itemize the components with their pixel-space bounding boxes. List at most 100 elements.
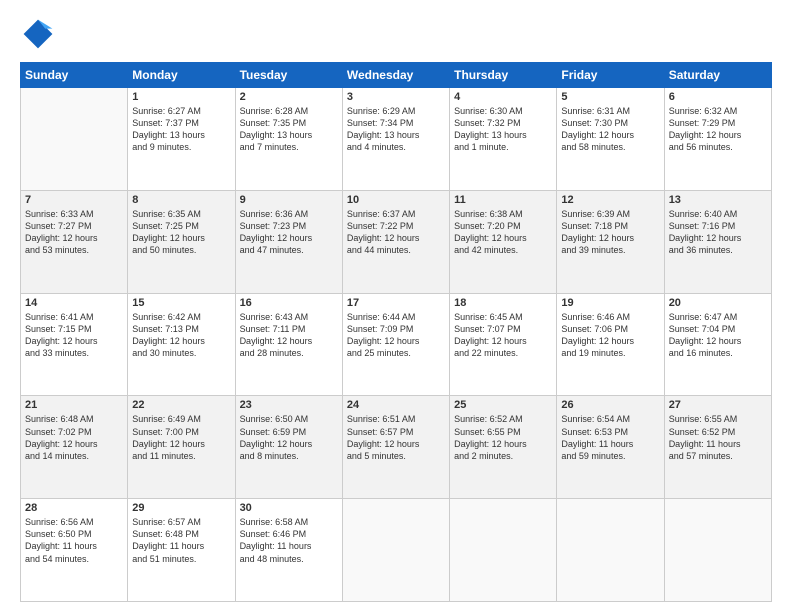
day-number: 26 bbox=[561, 399, 659, 411]
calendar-table: SundayMondayTuesdayWednesdayThursdayFrid… bbox=[20, 62, 772, 602]
calendar-cell bbox=[557, 499, 664, 602]
calendar-cell: 14 Sunrise: 6:41 AM Sunset: 7:15 PM Dayli… bbox=[21, 293, 128, 396]
cell-info: Sunrise: 6:33 AM Sunset: 7:27 PM Dayligh… bbox=[25, 208, 123, 257]
weekday-header-sunday: Sunday bbox=[21, 63, 128, 88]
day-number: 3 bbox=[347, 91, 445, 103]
cell-info: Sunrise: 6:49 AM Sunset: 7:00 PM Dayligh… bbox=[132, 413, 230, 462]
calendar-cell: 18Sunrise: 6:45 AM Sunset: 7:07 PM Dayli… bbox=[450, 293, 557, 396]
day-number: 2 bbox=[240, 91, 338, 103]
calendar-cell: 21 Sunrise: 6:48 AM Sunset: 7:02 PM Dayli… bbox=[21, 396, 128, 499]
week-row-2: 7 Sunrise: 6:33 AM Sunset: 7:27 PM Daylig… bbox=[21, 190, 772, 293]
cell-info: Sunrise: 6:40 AM Sunset: 7:16 PM Dayligh… bbox=[669, 208, 767, 257]
cell-info: Sunrise: 6:47 AM Sunset: 7:04 PM Dayligh… bbox=[669, 311, 767, 360]
cell-info: Sunrise: 6:36 AM Sunset: 7:23 PM Dayligh… bbox=[240, 208, 338, 257]
calendar-cell bbox=[342, 499, 449, 602]
day-number: 6 bbox=[669, 91, 767, 103]
calendar-cell: 28 Sunrise: 6:56 AM Sunset: 6:50 PM Dayli… bbox=[21, 499, 128, 602]
day-number: 5 bbox=[561, 91, 659, 103]
day-number: 11 bbox=[454, 194, 552, 206]
day-number: 23 bbox=[240, 399, 338, 411]
cell-info: Sunrise: 6:29 AM Sunset: 7:34 PM Dayligh… bbox=[347, 105, 445, 154]
day-number: 25 bbox=[454, 399, 552, 411]
week-row-5: 28 Sunrise: 6:56 AM Sunset: 6:50 PM Dayli… bbox=[21, 499, 772, 602]
cell-info: Sunrise: 6:42 AM Sunset: 7:13 PM Dayligh… bbox=[132, 311, 230, 360]
cell-info: Sunrise: 6:31 AM Sunset: 7:30 PM Dayligh… bbox=[561, 105, 659, 154]
cell-info: Sunrise: 6:55 AM Sunset: 6:52 PM Dayligh… bbox=[669, 413, 767, 462]
cell-info: Sunrise: 6:32 AM Sunset: 7:29 PM Dayligh… bbox=[669, 105, 767, 154]
cell-info: Sunrise: 6:50 AM Sunset: 6:59 PM Dayligh… bbox=[240, 413, 338, 462]
calendar-cell: 13 Sunrise: 6:40 AM Sunset: 7:16 PM Dayli… bbox=[664, 190, 771, 293]
header bbox=[20, 16, 772, 52]
calendar-cell: 7 Sunrise: 6:33 AM Sunset: 7:27 PM Daylig… bbox=[21, 190, 128, 293]
weekday-header-thursday: Thursday bbox=[450, 63, 557, 88]
calendar-cell: 6 Sunrise: 6:32 AM Sunset: 7:29 PM Daylig… bbox=[664, 88, 771, 191]
weekday-header-wednesday: Wednesday bbox=[342, 63, 449, 88]
calendar-cell: 11 Sunrise: 6:38 AM Sunset: 7:20 PM Dayli… bbox=[450, 190, 557, 293]
day-number: 29 bbox=[132, 502, 230, 514]
calendar-cell: 10Sunrise: 6:37 AM Sunset: 7:22 PM Dayli… bbox=[342, 190, 449, 293]
day-number: 22 bbox=[132, 399, 230, 411]
cell-info: Sunrise: 6:46 AM Sunset: 7:06 PM Dayligh… bbox=[561, 311, 659, 360]
day-number: 8 bbox=[132, 194, 230, 206]
day-number: 7 bbox=[25, 194, 123, 206]
calendar-cell: 9 Sunrise: 6:36 AM Sunset: 7:23 PM Daylig… bbox=[235, 190, 342, 293]
weekday-header-tuesday: Tuesday bbox=[235, 63, 342, 88]
day-number: 1 bbox=[132, 91, 230, 103]
calendar-cell: 15 Sunrise: 6:42 AM Sunset: 7:13 PM Dayli… bbox=[128, 293, 235, 396]
week-row-4: 21 Sunrise: 6:48 AM Sunset: 7:02 PM Dayli… bbox=[21, 396, 772, 499]
weekday-header-row: SundayMondayTuesdayWednesdayThursdayFrid… bbox=[21, 63, 772, 88]
week-row-3: 14 Sunrise: 6:41 AM Sunset: 7:15 PM Dayli… bbox=[21, 293, 772, 396]
cell-info: Sunrise: 6:48 AM Sunset: 7:02 PM Dayligh… bbox=[25, 413, 123, 462]
calendar-cell: 3 Sunrise: 6:29 AM Sunset: 7:34 PM Daylig… bbox=[342, 88, 449, 191]
day-number: 14 bbox=[25, 297, 123, 309]
day-number: 12 bbox=[561, 194, 659, 206]
day-number: 9 bbox=[240, 194, 338, 206]
cell-info: Sunrise: 6:56 AM Sunset: 6:50 PM Dayligh… bbox=[25, 516, 123, 565]
calendar-cell: 17 Sunrise: 6:44 AM Sunset: 7:09 PM Dayli… bbox=[342, 293, 449, 396]
page: SundayMondayTuesdayWednesdayThursdayFrid… bbox=[0, 0, 792, 612]
cell-info: Sunrise: 6:58 AM Sunset: 6:46 PM Dayligh… bbox=[240, 516, 338, 565]
calendar-cell: 24 Sunrise: 6:51 AM Sunset: 6:57 PM Dayli… bbox=[342, 396, 449, 499]
day-number: 15 bbox=[132, 297, 230, 309]
cell-info: Sunrise: 6:44 AM Sunset: 7:09 PM Dayligh… bbox=[347, 311, 445, 360]
logo bbox=[20, 16, 60, 52]
cell-info: Sunrise: 6:38 AM Sunset: 7:20 PM Dayligh… bbox=[454, 208, 552, 257]
day-number: 20 bbox=[669, 297, 767, 309]
calendar-cell: 12 Sunrise: 6:39 AM Sunset: 7:18 PM Dayli… bbox=[557, 190, 664, 293]
calendar-cell: 30Sunrise: 6:58 AM Sunset: 6:46 PM Dayli… bbox=[235, 499, 342, 602]
day-number: 28 bbox=[25, 502, 123, 514]
day-number: 13 bbox=[669, 194, 767, 206]
day-number: 4 bbox=[454, 91, 552, 103]
calendar-cell: 29 Sunrise: 6:57 AM Sunset: 6:48 PM Dayli… bbox=[128, 499, 235, 602]
cell-info: Sunrise: 6:57 AM Sunset: 6:48 PM Dayligh… bbox=[132, 516, 230, 565]
calendar-cell: 27 Sunrise: 6:55 AM Sunset: 6:52 PM Dayli… bbox=[664, 396, 771, 499]
cell-info: Sunrise: 6:45 AM Sunset: 7:07 PM Dayligh… bbox=[454, 311, 552, 360]
week-row-1: 1 Sunrise: 6:27 AM Sunset: 7:37 PM Daylig… bbox=[21, 88, 772, 191]
calendar-cell: 5 Sunrise: 6:31 AM Sunset: 7:30 PM Daylig… bbox=[557, 88, 664, 191]
cell-info: Sunrise: 6:30 AM Sunset: 7:32 PM Dayligh… bbox=[454, 105, 552, 154]
logo-icon bbox=[20, 16, 56, 52]
day-number: 19 bbox=[561, 297, 659, 309]
day-number: 24 bbox=[347, 399, 445, 411]
calendar-cell: 23 Sunrise: 6:50 AM Sunset: 6:59 PM Dayli… bbox=[235, 396, 342, 499]
day-number: 16 bbox=[240, 297, 338, 309]
calendar-cell: 25 Sunrise: 6:52 AM Sunset: 6:55 PM Dayli… bbox=[450, 396, 557, 499]
calendar-cell: 1 Sunrise: 6:27 AM Sunset: 7:37 PM Daylig… bbox=[128, 88, 235, 191]
weekday-header-monday: Monday bbox=[128, 63, 235, 88]
cell-info: Sunrise: 6:51 AM Sunset: 6:57 PM Dayligh… bbox=[347, 413, 445, 462]
cell-info: Sunrise: 6:27 AM Sunset: 7:37 PM Dayligh… bbox=[132, 105, 230, 154]
cell-info: Sunrise: 6:54 AM Sunset: 6:53 PM Dayligh… bbox=[561, 413, 659, 462]
calendar-cell bbox=[450, 499, 557, 602]
cell-info: Sunrise: 6:52 AM Sunset: 6:55 PM Dayligh… bbox=[454, 413, 552, 462]
day-number: 21 bbox=[25, 399, 123, 411]
calendar-cell: 19 Sunrise: 6:46 AM Sunset: 7:06 PM Dayli… bbox=[557, 293, 664, 396]
cell-info: Sunrise: 6:37 AM Sunset: 7:22 PM Dayligh… bbox=[347, 208, 445, 257]
calendar-cell bbox=[21, 88, 128, 191]
cell-info: Sunrise: 6:41 AM Sunset: 7:15 PM Dayligh… bbox=[25, 311, 123, 360]
weekday-header-saturday: Saturday bbox=[664, 63, 771, 88]
cell-info: Sunrise: 6:39 AM Sunset: 7:18 PM Dayligh… bbox=[561, 208, 659, 257]
day-number: 27 bbox=[669, 399, 767, 411]
day-number: 17 bbox=[347, 297, 445, 309]
calendar-cell: 4 Sunrise: 6:30 AM Sunset: 7:32 PM Daylig… bbox=[450, 88, 557, 191]
calendar-cell: 22 Sunrise: 6:49 AM Sunset: 7:00 PM Dayli… bbox=[128, 396, 235, 499]
